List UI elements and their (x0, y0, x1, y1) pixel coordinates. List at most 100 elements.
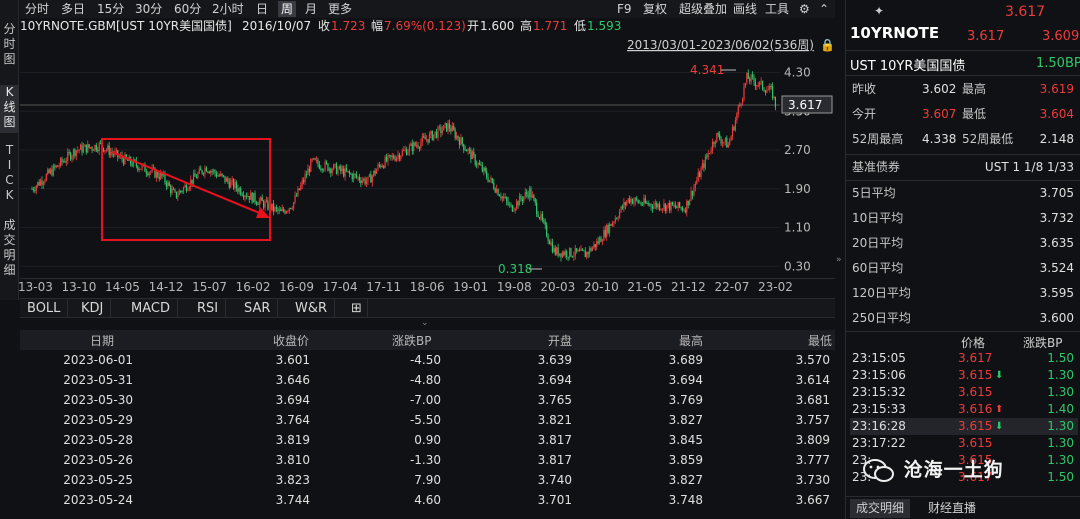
candle-body (430, 131, 432, 135)
period-1min[interactable]: 分时 (22, 1, 52, 17)
col-low[interactable]: 最低 (808, 332, 832, 349)
candle-body (461, 137, 463, 144)
candle-body (225, 178, 228, 182)
f9-button[interactable]: F9 (614, 1, 635, 17)
candle-body (172, 188, 175, 190)
tab-sar[interactable]: SAR (237, 299, 279, 318)
table-cell: 3.694 (275, 393, 310, 407)
candle-body (463, 143, 465, 150)
top-price: 3.617 (1005, 4, 1046, 20)
candle-body (424, 137, 426, 140)
average-label: 120日平均 (852, 286, 911, 300)
candle-body (543, 220, 545, 222)
nav-trade-detail[interactable]: 成交明细 (0, 218, 19, 282)
adjust-button[interactable]: 复权 (640, 1, 670, 17)
table-row[interactable]: 2023-05-28 3.819 0.90 3.817 3.845 3.809 (20, 431, 835, 451)
table-cell: 3.681 (795, 393, 830, 407)
average-value: 3.595 (1039, 286, 1074, 300)
candle-body (723, 141, 725, 143)
table-row[interactable]: 2023-05-30 3.694 -7.00 3.765 3.769 3.681 (20, 391, 835, 411)
col-high[interactable]: 最高 (679, 332, 703, 349)
candle-body (514, 208, 516, 211)
table-row[interactable]: 2023-05-24 3.744 4.60 3.701 3.748 3.667 (20, 491, 835, 511)
candle-body (260, 197, 262, 201)
candle-body (41, 180, 43, 185)
period-2h[interactable]: 2小时 (209, 1, 247, 17)
col-date[interactable]: 日期 (90, 332, 114, 349)
col-change[interactable]: 涨跌BP (392, 332, 431, 349)
history-table: 日期 收盘价 涨跌BP 开盘 最高 最低 2023-06-01 3.601 -4.5… (20, 330, 835, 519)
candle-body (627, 198, 629, 202)
period-multiday[interactable]: 多日 (58, 1, 88, 17)
candle-body (727, 144, 729, 148)
x-tick-label: 14-12 (148, 280, 184, 294)
tab-macd[interactable]: MACD (124, 299, 178, 318)
candle-body (680, 207, 682, 209)
col-close[interactable]: 收盘价 (273, 332, 309, 349)
bench-value: UST 1 1/8 1/33 (984, 160, 1074, 174)
period-month[interactable]: 月 (302, 1, 320, 17)
candle-body (583, 250, 585, 252)
quote-label: 最高 (962, 82, 987, 96)
lock-icon[interactable]: 🔒 (820, 38, 835, 52)
nav-kline[interactable]: K线图 (0, 85, 19, 133)
candle-body (444, 123, 446, 125)
period-60m[interactable]: 60分 (171, 1, 204, 17)
overlay-button[interactable]: 超级叠加 (676, 1, 730, 17)
tab-wr[interactable]: W&R (288, 299, 336, 318)
table-row[interactable]: 2023-05-26 3.810 -1.30 3.817 3.859 3.777 (20, 451, 835, 471)
table-row[interactable]: 2023-05-29 3.764 -5.50 3.821 3.827 3.757 (20, 411, 835, 431)
chevron-up-icon[interactable]: ⌃ (816, 1, 832, 17)
candle-body (664, 203, 666, 212)
wechat-icon (862, 458, 896, 484)
table-row[interactable]: 2023-06-01 3.601 -4.50 3.639 3.689 3.570 (20, 351, 835, 371)
table-row[interactable]: 2023-05-25 3.823 7.90 3.740 3.827 3.730 (20, 471, 835, 491)
candle-body (726, 138, 728, 148)
chart-mode-nav: 分时图 K线图 TICK 成交明细 (0, 0, 19, 300)
table-cell: 3.821 (537, 413, 572, 427)
chevron-right-icon[interactable]: » (836, 255, 844, 265)
candle-body (441, 130, 443, 133)
candle-body (653, 205, 655, 209)
nav-intraday[interactable]: 分时图 (0, 22, 19, 70)
kline-chart[interactable]: 2013/03/01-2023/06/02(536周) 🔒 4.303.502.… (20, 36, 835, 278)
nav-tick[interactable]: TICK (0, 143, 19, 207)
tools-button[interactable]: 工具 (762, 1, 792, 17)
draw-line-button[interactable]: 画线 (730, 1, 760, 17)
candle-body (242, 195, 245, 198)
settings-icon[interactable]: ⚙ (796, 1, 813, 17)
candle-body (467, 149, 469, 152)
candle-body (517, 201, 519, 206)
tab-kdj[interactable]: KDJ (74, 299, 112, 318)
add-indicator-icon[interactable]: ⊞ (346, 299, 368, 318)
candle-body (773, 96, 775, 99)
candle-body (656, 202, 658, 208)
period-week[interactable]: 周 (278, 1, 297, 17)
star-icon[interactable]: ✦ (874, 4, 884, 18)
bottom-tabs: 成交明细 财经直播 (846, 496, 1080, 519)
x-tick-label: 23-02 (758, 280, 793, 294)
candle-body (473, 151, 475, 155)
chevron-down-icon[interactable]: ⌄ (421, 318, 429, 328)
period-more[interactable]: 更多 (325, 1, 355, 17)
quote-value: 3.604 (1039, 107, 1074, 121)
y-tick-label: 1.10 (784, 221, 811, 235)
candle-body (178, 190, 180, 196)
period-30m[interactable]: 30分 (132, 1, 165, 17)
candle-body (471, 151, 473, 160)
candle-body (325, 161, 328, 164)
candle-body (240, 188, 242, 195)
period-15m[interactable]: 15分 (94, 1, 127, 17)
kline-chart-svg[interactable]: 2013/03/01-2023/06/02(536周) 🔒 4.303.502.… (20, 36, 835, 278)
tab-rsi[interactable]: RSI (190, 299, 227, 318)
col-open[interactable]: 开盘 (548, 332, 572, 349)
tab-live[interactable]: 财经直播 (922, 499, 982, 518)
table-row[interactable]: 2023-05-31 3.646 -4.80 3.694 3.694 3.614 (20, 371, 835, 391)
date-range-label[interactable]: 2013/03/01-2023/06/02(536周) (627, 38, 814, 52)
tab-trade-detail[interactable]: 成交明细 (850, 499, 911, 518)
tab-boll[interactable]: BOLL (20, 299, 69, 318)
period-day[interactable]: 日 (253, 1, 271, 17)
candle-body (686, 200, 688, 213)
table-cell: 3.827 (668, 473, 703, 487)
candle-body (108, 145, 110, 155)
